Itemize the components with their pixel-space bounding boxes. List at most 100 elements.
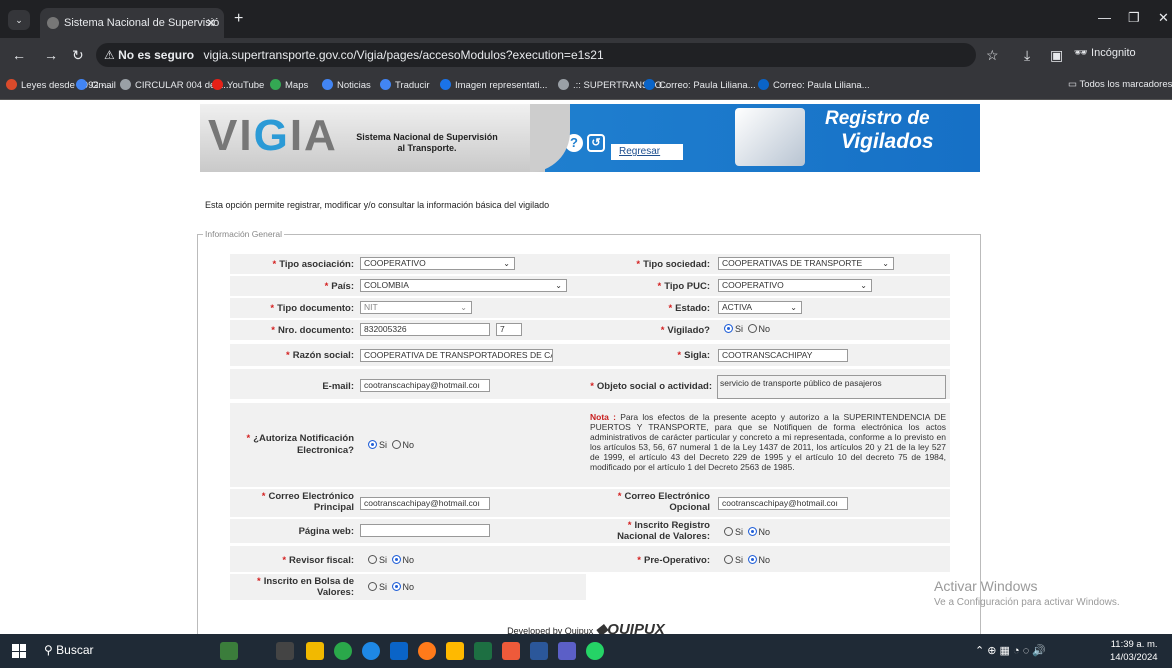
app-icon[interactable] [220,642,238,660]
estado-select[interactable]: ACTIVA ⌄ [718,301,802,314]
bookmark-item[interactable]: Imagen representati... [440,79,547,91]
correo-principal-input[interactable]: cootranscachipay@hotmail.coı [360,497,490,510]
bookmark-item[interactable]: Correo: Paula Liliana... [758,79,870,91]
file-explorer-icon[interactable] [446,642,464,660]
objeto-social-textarea[interactable]: servicio de transporte público de pasaje… [717,375,946,399]
bookmark-item[interactable]: YouTube [212,79,264,91]
back-arrow-icon[interactable]: ← [12,47,26,63]
radio-si[interactable] [724,527,733,536]
fieldset-legend: Información General [203,229,285,239]
radio-no-selected[interactable] [747,555,757,564]
correo-principal-label: * Correo Electrónico Principal [261,491,354,513]
firefox-icon[interactable] [418,642,436,660]
bookmark-favicon-icon [758,79,769,90]
radio-no[interactable] [747,324,757,333]
sidepanel-icon[interactable]: ▣ [1050,47,1063,64]
teams-icon[interactable] [558,642,576,660]
pre-operativo-radio-group[interactable]: Si No [722,555,770,565]
nro-documento-input[interactable]: 832005326 [360,323,490,336]
all-bookmarks-folder[interactable]: ▭ Todos los marcadores [1068,79,1172,90]
radio-si[interactable] [724,555,733,564]
vigia-logo: VIGIA [208,111,338,160]
bookmark-favicon-icon [212,79,223,90]
bookmark-favicon-icon [270,79,281,90]
windows-start-icon[interactable] [12,644,26,658]
radio-no[interactable] [391,440,401,449]
tipo-sociedad-select[interactable]: COOPERATIVAS DE TRANSPORTE ⌄ [718,257,894,270]
close-window-icon[interactable]: ✕ [1158,10,1169,26]
chevron-down-icon: ⌄ [460,303,467,312]
bookmark-favicon-icon [558,79,569,90]
documents-illustration [735,108,805,166]
bookmarks-bar: Leyes desde 1992 -... Gmail CIRCULAR 004 d… [0,72,1172,100]
clock[interactable]: 11:39 a. m. 14/03/2024 [1110,638,1158,664]
radio-no-selected[interactable] [391,582,401,591]
new-tab-button[interactable]: + [234,10,243,28]
tab-title: Sistema Nacional de Supervisió [64,17,220,29]
reload-icon[interactable]: ↻ [72,47,84,64]
radio-no-selected[interactable] [391,555,401,564]
bookmark-item[interactable]: Traducir [380,79,430,91]
intro-text: Esta opción permite registrar, modificar… [205,200,550,210]
correo-opcional-label: * Correo Electrónico Opcional [617,491,710,513]
revisor-fiscal-label: * Revisor fiscal: [282,555,354,566]
tipo-puc-label: * Tipo PUC: [657,281,710,292]
bookmark-item[interactable]: Gmail [76,79,116,91]
autoriza-radio-group[interactable]: Si No [366,440,414,450]
bookmark-favicon-icon [6,79,17,90]
pagina-web-input[interactable] [360,524,490,537]
radio-si[interactable] [368,555,377,564]
minimize-icon[interactable]: — [1098,10,1111,25]
bookmark-item[interactable]: Maps [270,79,308,91]
razon-social-input[interactable]: COOPERATIVA DE TRANSPORTADORES DE CAC [360,349,553,362]
revisor-fiscal-radio-group[interactable]: Si No [366,555,414,565]
sigla-input[interactable]: COOTRANSCACHIPAY [718,349,848,362]
chevron-down-icon: ⌄ [790,303,797,312]
vigilado-radio-group[interactable]: Si No [722,324,770,334]
estado-label: * Estado: [668,303,710,314]
url-input[interactable]: ⚠ No es seguro vigia.supertransporte.gov… [96,43,976,67]
bookmark-item[interactable]: Noticias [322,79,371,91]
chevron-down-icon: ⌄ [555,281,562,290]
radio-no-selected[interactable] [747,527,757,536]
task-view-icon[interactable] [276,642,294,660]
bookmark-favicon-icon [644,79,655,90]
warning-icon: ⚠ [104,48,115,62]
widgets-icon[interactable] [306,642,324,660]
mail-icon[interactable] [390,642,408,660]
edge-icon[interactable] [362,642,380,660]
tipo-puc-select[interactable]: COOPERATIVO ⌄ [718,279,872,292]
pais-select[interactable]: COLOMBIA ⌄ [360,279,567,292]
tab-close-icon[interactable]: ✕ [206,8,216,38]
excel-icon[interactable] [474,642,492,660]
vigilado-label: * Vigilado? [660,325,710,336]
correo-opcional-input[interactable]: cootranscachipay@hotmail.coı [718,497,848,510]
word-icon[interactable] [530,642,548,660]
nota-text: Nota : Para los efectos de la presente a… [590,412,946,472]
back-icon[interactable]: ↺ [587,134,605,152]
tipo-asociacion-select[interactable]: COOPERATIVO ⌄ [360,257,515,270]
tray-icons[interactable]: ⌃ ⊕ ▦ ◔ ◌ 🔊 [975,644,1046,657]
system-name: Sistema Nacional de Supervisión al Trans… [356,132,498,153]
tab-active[interactable]: Sistema Nacional de Supervisió ✕ [40,8,224,38]
radio-si-selected[interactable] [724,324,733,333]
bookmark-star-icon[interactable]: ☆ [986,47,999,64]
forward-arrow-icon[interactable]: → [44,47,58,63]
tab-search-button[interactable]: ⌄ [8,10,30,30]
chrome-active-icon[interactable] [502,642,520,660]
maximize-icon[interactable]: ❐ [1128,10,1140,26]
bookmark-item[interactable]: Correo: Paula Liliana... [644,79,756,91]
radio-si-selected[interactable] [368,440,377,449]
inscrito-rnv-radio-group[interactable]: Si No [722,527,770,537]
email-input[interactable]: cootranscachipay@hotmail.coı [360,379,490,392]
digito-verificacion-input[interactable]: 7 [496,323,522,336]
radio-si[interactable] [368,582,377,591]
whatsapp-icon[interactable] [586,642,604,660]
incognito-badge: 🕶 Incógnito [1074,47,1136,59]
bolsa-valores-radio-group[interactable]: Si No [366,582,414,592]
taskbar-search[interactable]: ⚲ Buscar [44,643,94,657]
regresar-link[interactable]: Regresar [611,144,683,160]
tipo-documento-select[interactable]: NIT ⌄ [360,301,472,314]
download-icon[interactable]: ⤓ [1024,47,1030,64]
chrome-icon[interactable] [334,642,352,660]
